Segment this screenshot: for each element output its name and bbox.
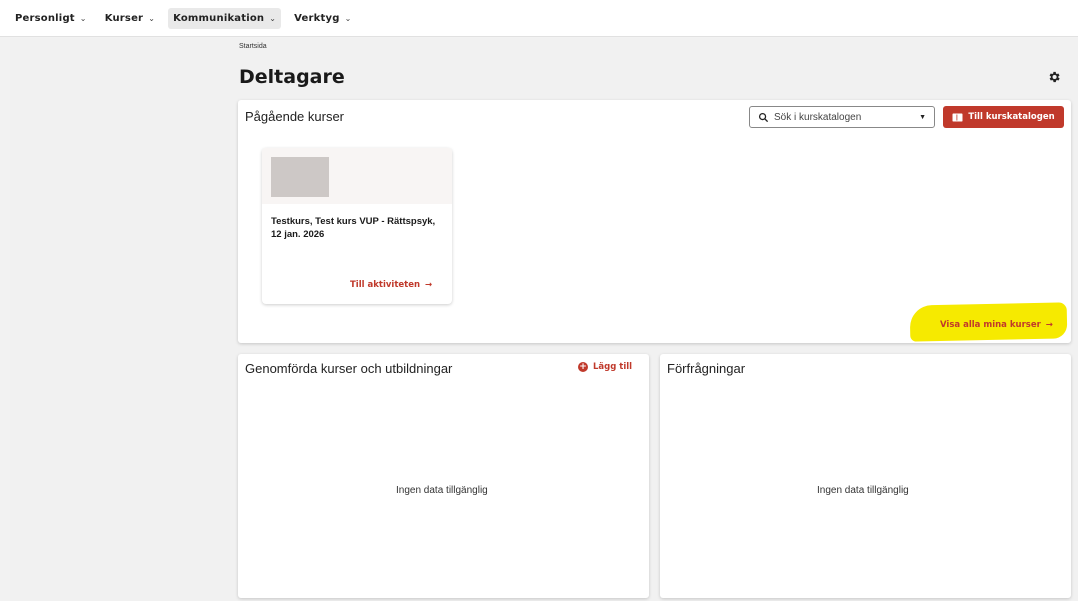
add-button[interactable]: + Lägg till: [578, 362, 632, 372]
requests-empty-message: Ingen data tillgänglig: [817, 485, 909, 496]
nav-personligt[interactable]: Personligt ⌄: [10, 8, 92, 29]
nav-verktyg[interactable]: Verktyg ⌄: [289, 8, 356, 29]
chevron-down-icon: ⌄: [79, 13, 87, 23]
top-navigation: Personligt ⌄ Kurser ⌄ Kommunikation ⌄ Ve…: [0, 0, 1078, 37]
search-placeholder: Sök i kurskatalogen: [774, 111, 862, 123]
arrow-right-icon: →: [425, 280, 433, 290]
view-all-courses-link[interactable]: Visa alla mina kurser →: [940, 320, 1053, 330]
search-icon: [758, 112, 769, 122]
to-activity-label: Till aktiviteten: [350, 280, 421, 290]
to-catalog-label: Till kurskatalogen: [968, 112, 1055, 122]
course-card[interactable]: Testkurs, Test kurs VUP - Rättspsyk, 12 …: [262, 148, 452, 304]
completed-courses-panel: [238, 354, 649, 598]
catalog-search-input[interactable]: Sök i kurskatalogen ▼: [749, 106, 935, 128]
dropdown-caret-icon: ▼: [919, 113, 926, 121]
chevron-down-icon: ⌄: [148, 13, 156, 23]
nav-verktyg-label: Verktyg: [294, 12, 340, 24]
completed-empty-message: Ingen data tillgänglig: [396, 485, 488, 496]
chevron-down-icon: ⌄: [269, 13, 277, 23]
nav-kommunikation[interactable]: Kommunikation ⌄: [168, 7, 282, 29]
nav-kurser[interactable]: Kurser ⌄: [100, 8, 160, 29]
requests-panel: [660, 354, 1071, 598]
nav-personligt-label: Personligt: [15, 12, 75, 24]
gear-icon[interactable]: [1047, 70, 1061, 84]
course-title: Testkurs, Test kurs VUP - Rättspsyk, 12 …: [271, 216, 436, 240]
arrow-right-icon: →: [1045, 320, 1053, 330]
requests-title: Förfrågningar: [667, 361, 746, 376]
page-title: Deltagare: [239, 66, 345, 88]
to-activity-link[interactable]: Till aktiviteten →: [350, 280, 432, 290]
plus-circle-icon: +: [578, 362, 588, 372]
course-thumbnail: [271, 157, 329, 197]
view-all-label: Visa alla mina kurser: [940, 320, 1041, 330]
ongoing-courses-title: Pågående kurser: [245, 109, 345, 124]
nav-kommunikation-label: Kommunikation: [173, 12, 265, 24]
chevron-down-icon: ⌄: [344, 13, 352, 23]
book-icon: [952, 113, 963, 121]
breadcrumb[interactable]: Startsida: [239, 43, 267, 50]
nav-kurser-label: Kurser: [104, 12, 144, 24]
to-catalog-button[interactable]: Till kurskatalogen: [943, 106, 1064, 128]
add-label: Lägg till: [593, 362, 633, 372]
completed-courses-title: Genomförda kurser och utbildningar: [245, 361, 453, 376]
